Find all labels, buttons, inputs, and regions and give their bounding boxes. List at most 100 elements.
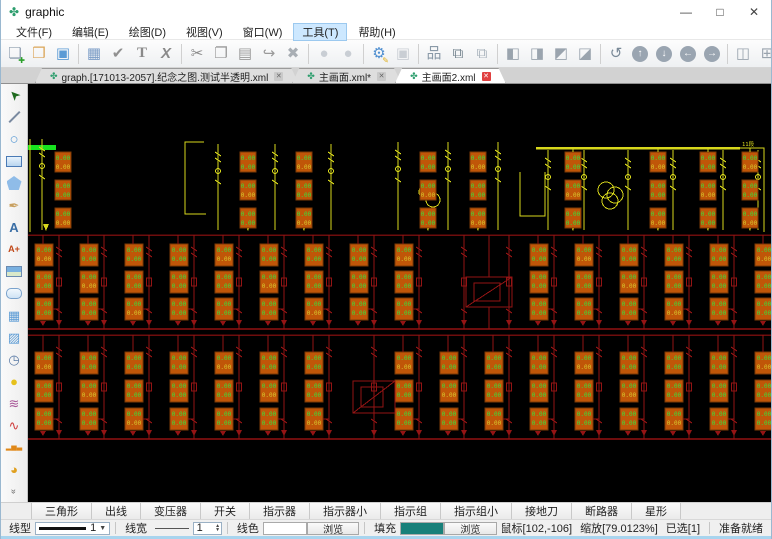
bar-chart-icon[interactable]: ▂▅▃ xyxy=(1,436,27,458)
xy-chart-icon[interactable]: ≋ xyxy=(1,392,27,414)
line-tool-icon[interactable] xyxy=(1,106,27,128)
tab-main-xml[interactable]: ✤主画面.xml*✕ xyxy=(292,68,401,83)
minimize-button[interactable]: — xyxy=(669,0,703,24)
window-new-icon[interactable]: ⊞ xyxy=(755,42,772,66)
paste-icon[interactable]: ▤ xyxy=(233,42,257,66)
check-icon[interactable]: ✔ xyxy=(106,42,130,66)
button-tool-icon[interactable] xyxy=(1,282,27,304)
new-file-icon[interactable]: ❏✚ xyxy=(3,42,27,66)
menu-draw[interactable]: 绘图(D) xyxy=(120,23,175,41)
more-tools-icon[interactable]: » xyxy=(1,480,27,502)
component-tab-3[interactable]: 开关 xyxy=(201,503,250,519)
hierarchy-icon[interactable]: 品 xyxy=(422,42,446,66)
tab-close-button[interactable]: ✕ xyxy=(274,72,283,81)
tab-close-button[interactable]: ✕ xyxy=(482,72,491,81)
svg-text:0.00: 0.00 xyxy=(667,420,682,427)
text-tool-icon[interactable]: T xyxy=(130,42,154,66)
menu-window[interactable]: 窗口(W) xyxy=(234,23,292,41)
tab-main2-xml[interactable]: ✤主画面2.xml✕ xyxy=(395,68,505,83)
line-width-stepper[interactable]: 1 ▲▼ xyxy=(193,522,222,535)
schematic-canvas[interactable]: 11段0.000.000.000.000.000.000.000.000.000… xyxy=(28,84,772,502)
fill-browse-button[interactable]: 浏览 xyxy=(444,522,496,535)
select-cursor-icon[interactable]: ➤ xyxy=(1,84,27,106)
refresh-icon[interactable]: ↺ xyxy=(604,42,628,66)
percent-icon[interactable]: ▨ xyxy=(1,326,27,348)
svg-text:0.00: 0.00 xyxy=(622,411,637,418)
menu-help[interactable]: 帮助(H) xyxy=(349,23,404,41)
menu-view[interactable]: 视图(V) xyxy=(177,23,232,41)
close-button[interactable]: ✕ xyxy=(737,0,771,24)
component-tab-6[interactable]: 指示组 xyxy=(381,503,441,519)
component-tab-8[interactable]: 接地刀 xyxy=(512,503,572,519)
line-chart-icon[interactable]: ∿ xyxy=(1,414,27,436)
text-icon[interactable]: A xyxy=(1,216,27,238)
save-all-icon[interactable]: ▣ xyxy=(391,42,415,66)
pie-chart-icon[interactable]: ◕ xyxy=(1,458,27,480)
group-icon[interactable]: ⧉ xyxy=(446,42,470,66)
distribute-icon[interactable]: ◪ xyxy=(573,42,597,66)
tab-close-button[interactable]: ✕ xyxy=(377,72,386,81)
tab-file-icon: ✤ xyxy=(307,71,315,82)
skew-text-icon[interactable]: X xyxy=(154,42,178,66)
align-bottom-icon[interactable]: ◧ xyxy=(501,42,525,66)
svg-text:0.00: 0.00 xyxy=(743,192,758,199)
svg-text:0.00: 0.00 xyxy=(307,310,322,317)
schematic-svg[interactable]: 11段0.000.000.000.000.000.000.000.000.000… xyxy=(28,84,772,502)
svg-text:0.00: 0.00 xyxy=(442,383,457,390)
undo-icon[interactable]: ● xyxy=(312,42,336,66)
grid-icon[interactable]: ▦ xyxy=(82,42,106,66)
rect-tool-icon[interactable] xyxy=(1,150,27,172)
ungroup-icon[interactable]: ⧉ xyxy=(470,42,494,66)
menu-tools[interactable]: 工具(T) xyxy=(293,23,347,41)
nav-left-icon[interactable]: ← xyxy=(676,42,700,66)
menu-file[interactable]: 文件(F) xyxy=(7,23,61,41)
component-tab-0[interactable]: 三角形 xyxy=(31,503,92,519)
component-tab-4[interactable]: 指示器 xyxy=(250,503,310,519)
nav-down-icon[interactable]: ↓ xyxy=(652,42,676,66)
table-icon[interactable]: ▦ xyxy=(1,304,27,326)
component-tab-9[interactable]: 断路器 xyxy=(572,503,632,519)
stepper-arrows-icon[interactable]: ▲▼ xyxy=(215,524,221,532)
svg-text:0.00: 0.00 xyxy=(566,183,581,190)
nav-right-icon[interactable]: → xyxy=(700,42,724,66)
table-icon-glyph: ▦ xyxy=(8,309,20,322)
picture-button-icon[interactable] xyxy=(1,260,27,282)
text-plus-icon[interactable]: A+ xyxy=(1,238,27,260)
nav-up-icon[interactable]: ↑ xyxy=(628,42,652,66)
svg-text:0.00: 0.00 xyxy=(743,155,758,162)
component-tab-2[interactable]: 变压器 xyxy=(141,503,201,519)
svg-text:0.00: 0.00 xyxy=(532,364,547,371)
ellipse-tool-icon[interactable]: ○ xyxy=(1,128,27,150)
svg-text:0.00: 0.00 xyxy=(712,283,727,290)
fill-color-swatch[interactable] xyxy=(400,522,444,535)
clock-icon[interactable]: ◷ xyxy=(1,348,27,370)
window-tile-icon[interactable]: ◫ xyxy=(731,42,755,66)
tab-graph-xml[interactable]: ✤graph.[171013-2057].纪念之图.测试半透明.xml✕ xyxy=(35,68,298,83)
svg-text:0.00: 0.00 xyxy=(56,155,71,162)
settings-icon[interactable]: ⚙✎ xyxy=(367,42,391,66)
copy-icon[interactable]: ❐ xyxy=(209,42,233,66)
align-center-icon[interactable]: ◩ xyxy=(549,42,573,66)
component-tab-1[interactable]: 出线 xyxy=(92,503,141,519)
component-tab-7[interactable]: 指示组小 xyxy=(441,503,512,519)
align-left-icon[interactable]: ◨ xyxy=(525,42,549,66)
maximize-button[interactable]: □ xyxy=(703,0,737,24)
shuttlecock-icon[interactable]: ✒ xyxy=(1,194,27,216)
component-tab-10[interactable]: 星形 xyxy=(632,503,681,519)
svg-text:0.00: 0.00 xyxy=(82,283,97,290)
menu-edit[interactable]: 编辑(E) xyxy=(63,23,118,41)
component-tab-5[interactable]: 指示器小 xyxy=(310,503,381,519)
redo-icon[interactable]: ● xyxy=(336,42,360,66)
line-type-select[interactable]: 1 ▼ xyxy=(35,522,110,535)
line-color-browse-button[interactable]: 浏览 xyxy=(307,522,359,535)
import-icon[interactable]: ↪ xyxy=(257,42,281,66)
svg-text:0.00: 0.00 xyxy=(297,220,312,227)
save-icon[interactable]: ▣ xyxy=(51,42,75,66)
bulb-icon[interactable]: ● xyxy=(1,370,27,392)
delete-icon[interactable]: ✖ xyxy=(281,42,305,66)
polygon-tool-icon[interactable] xyxy=(1,172,27,194)
line-color-swatch[interactable] xyxy=(263,522,307,535)
open-folder-icon[interactable]: ❒ xyxy=(27,42,51,66)
svg-text:0.00: 0.00 xyxy=(712,256,727,263)
cut-icon[interactable]: ✂ xyxy=(185,42,209,66)
